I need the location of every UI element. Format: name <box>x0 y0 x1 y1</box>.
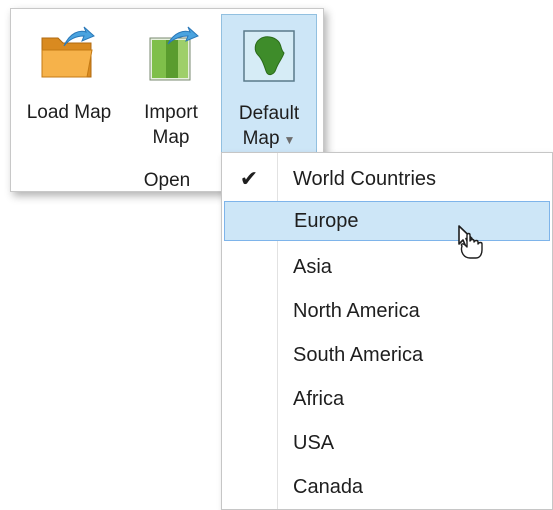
menu-item-label: Africa <box>293 387 345 410</box>
menu-item-label: USA <box>293 431 335 454</box>
africa-map-icon <box>238 25 300 87</box>
import-map-label-line1: Import <box>144 102 198 123</box>
load-map-button[interactable]: Load Map <box>17 14 121 162</box>
menu-item-europe[interactable]: Europe <box>224 201 550 241</box>
folder-open-icon <box>38 24 100 86</box>
menu-item-usa[interactable]: USA <box>224 423 550 463</box>
menu-item-label: Canada <box>293 475 364 498</box>
checkmark-icon: ✔ <box>239 166 259 191</box>
menu-item-north-america[interactable]: North America <box>224 291 550 331</box>
menu-item-label: North America <box>293 299 420 322</box>
import-map-button[interactable]: Import Map <box>125 14 217 162</box>
menu-item-africa[interactable]: Africa <box>224 379 550 419</box>
menu-item-label: Europe <box>294 209 359 232</box>
default-map-dropdown: ✔ World Countries Europe Asia North Amer… <box>221 152 553 510</box>
menu-item-world-countries[interactable]: ✔ World Countries <box>224 159 550 199</box>
menu-item-asia[interactable]: Asia <box>224 247 550 287</box>
default-map-label-line2: Map <box>242 128 280 149</box>
menu-item-label: South America <box>293 343 424 366</box>
mouse-pointer-icon <box>458 225 483 259</box>
default-map-label-line1: Default <box>238 103 300 124</box>
menu-item-south-america[interactable]: South America <box>224 335 550 375</box>
menu-item-label: Asia <box>293 255 332 278</box>
import-map-label-line2: Map <box>152 127 190 148</box>
default-map-label: Default Map ▼ <box>239 101 299 153</box>
menu-item-label: World Countries <box>293 167 437 190</box>
menu-item-canada[interactable]: Canada <box>224 467 550 507</box>
import-map-icon <box>140 24 202 86</box>
load-map-label: Load Map <box>26 102 112 123</box>
import-map-label: Import Map <box>144 100 198 150</box>
chevron-down-icon: ▼ <box>283 133 296 147</box>
default-map-button[interactable]: Default Map ▼ <box>221 14 317 162</box>
